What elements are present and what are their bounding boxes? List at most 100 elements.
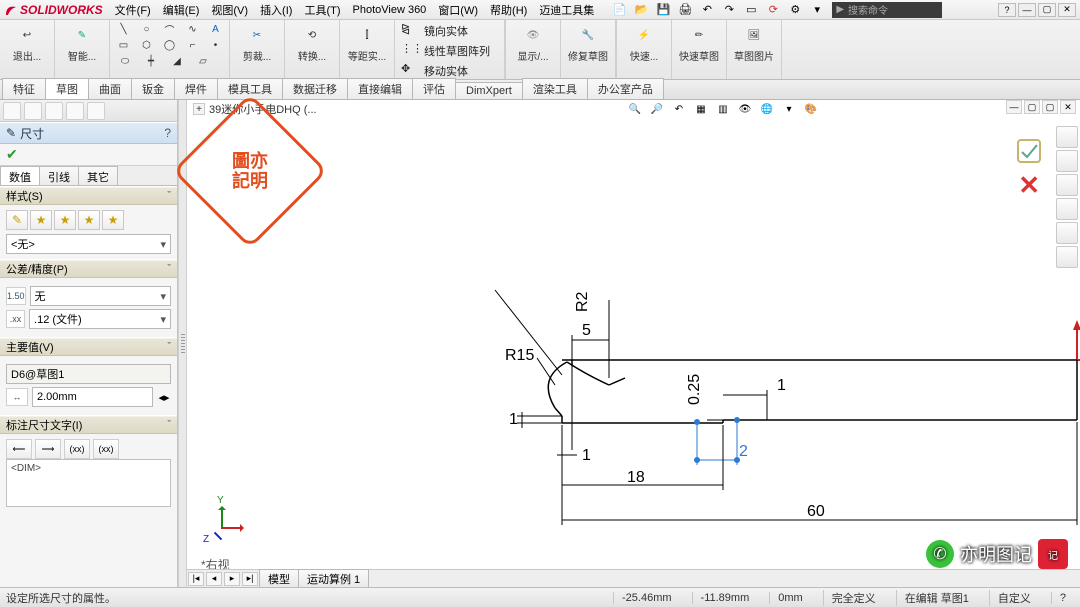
close-icon[interactable]: ✕ (1058, 3, 1076, 17)
tree-expand-icon[interactable]: + (193, 103, 205, 115)
tab-features[interactable]: 特征 (2, 78, 46, 99)
tab-office[interactable]: 办公室产品 (587, 78, 664, 99)
arc-icon[interactable]: ⌒ (162, 22, 177, 36)
dimtext-left-icon[interactable]: ⟵ (6, 439, 32, 459)
menu-edit[interactable]: 编辑(E) (157, 2, 206, 18)
tab-directedit[interactable]: 直接编辑 (347, 78, 413, 99)
view-orient-icon[interactable]: ▾ (780, 101, 798, 117)
command-search[interactable]: ▶搜索命令 (832, 2, 942, 18)
fav-1-icon[interactable]: ★ (30, 210, 52, 230)
tab-model[interactable]: 模型 (259, 569, 299, 589)
fillet-icon[interactable]: ⌐ (185, 38, 200, 52)
rapid-sketch-button[interactable]: ✏快速草图 (678, 22, 720, 63)
subtab-value[interactable]: 数值 (0, 166, 40, 185)
fm-tab-prop-icon[interactable] (24, 102, 42, 120)
qat-print-icon[interactable]: 🖨 (676, 2, 694, 18)
section-tol-header[interactable]: 公差/精度(P)ˇ (0, 260, 177, 278)
fm-tab-config-icon[interactable] (45, 102, 63, 120)
tab-weldment[interactable]: 焊件 (174, 78, 218, 99)
tab-dimxpert[interactable]: DimXpert (455, 82, 523, 99)
centerline-icon[interactable]: ┿ (142, 54, 160, 68)
qat-rebuild-icon[interactable]: ⟳ (764, 2, 782, 18)
ellipse-icon[interactable]: ◯ (162, 38, 177, 52)
fav-apply-icon[interactable]: ✎ (6, 210, 28, 230)
fm-tab-render-icon[interactable] (87, 102, 105, 120)
appearance-icon[interactable]: 🎨 (802, 101, 820, 117)
quick-button[interactable]: ⚡快速... (623, 22, 665, 63)
qat-undo-icon[interactable]: ↶ (698, 2, 716, 18)
dimtext-area[interactable]: <DIM> (6, 459, 171, 507)
spinner-icon[interactable]: ◂▸ (157, 391, 171, 404)
tab-nav-prev-icon[interactable]: ◂ (206, 572, 222, 586)
spline-icon[interactable]: ∿ (185, 22, 200, 36)
display-button[interactable]: 👁显示/... (512, 22, 554, 63)
menu-insert[interactable]: 插入(I) (254, 2, 298, 18)
mirror-button[interactable]: ⧎镜向实体 (401, 22, 498, 40)
precision-combo[interactable]: .12 (文件) (29, 309, 171, 329)
tab-nav-first-icon[interactable]: |◂ (188, 572, 204, 586)
style-combo[interactable]: <无> (6, 234, 171, 254)
text-icon[interactable]: A (208, 22, 223, 36)
menu-photoview[interactable]: PhotoView 360 (347, 4, 433, 16)
smart-dimension-button[interactable]: ✎智能... (61, 22, 103, 63)
section-view-icon[interactable]: ▦ (692, 101, 710, 117)
menu-view[interactable]: 视图(V) (205, 2, 254, 18)
fm-tab-tree-icon[interactable] (3, 102, 21, 120)
graphics-area[interactable]: + 39迷你小手电DHQ (... 🔍 🔎 ↶ ▦ ▥ 👁 🌐 ▾ 🎨 — ▢ … (187, 100, 1080, 587)
dimtext-paren1-icon[interactable]: (xx) (64, 439, 90, 459)
menu-file[interactable]: 文件(F) (109, 2, 157, 18)
offset-button[interactable]: ⫿等距实... (346, 22, 388, 63)
repair-button[interactable]: 🔧修复草图 (567, 22, 609, 63)
slot-icon[interactable]: ⬭ (116, 54, 134, 68)
primary-value-field[interactable]: 2.00mm (32, 387, 153, 407)
fav-4-icon[interactable]: ★ (102, 210, 124, 230)
hide-show-icon[interactable]: 👁 (736, 101, 754, 117)
tab-motion[interactable]: 运动算例 1 (298, 569, 369, 589)
prev-view-icon[interactable]: ↶ (670, 101, 688, 117)
menu-window[interactable]: 窗口(W) (432, 2, 484, 18)
subtab-leader[interactable]: 引线 (39, 166, 79, 185)
maximize-icon[interactable]: ▢ (1038, 3, 1056, 17)
rect-icon[interactable]: ▭ (116, 38, 131, 52)
plane-icon[interactable]: ▱ (194, 54, 212, 68)
tab-surface[interactable]: 曲面 (88, 78, 132, 99)
minimize-icon[interactable]: — (1018, 3, 1036, 17)
menu-maidi[interactable]: 迈迪工具集 (533, 2, 600, 18)
section-prim-header[interactable]: 主要值(V)ˇ (0, 338, 177, 356)
taskpane-home-icon[interactable] (1056, 126, 1078, 148)
qat-open-icon[interactable]: 📂 (632, 2, 650, 18)
point-icon[interactable]: • (208, 38, 223, 52)
section-style-header[interactable]: 样式(S)ˇ (0, 187, 177, 205)
subtab-other[interactable]: 其它 (78, 166, 118, 185)
tab-migration[interactable]: 数据迁移 (282, 78, 348, 99)
ok-button[interactable]: ✔ (6, 146, 18, 163)
status-help-icon[interactable]: ? (1051, 592, 1074, 604)
dimtext-paren2-icon[interactable]: (xx) (93, 439, 119, 459)
help-icon[interactable]: ? (998, 3, 1016, 17)
fm-tab-dim-icon[interactable] (66, 102, 84, 120)
trim-button[interactable]: ✂剪裁... (236, 22, 278, 63)
tab-nav-last-icon[interactable]: ▸| (242, 572, 258, 586)
exit-sketch-button[interactable]: ↩退出... (6, 22, 48, 63)
tab-sketch[interactable]: 草图 (45, 78, 89, 99)
primary-name-field[interactable]: D6@草图1 (6, 364, 171, 384)
menu-tools[interactable]: 工具(T) (298, 2, 346, 18)
menu-help[interactable]: 帮助(H) (484, 2, 533, 18)
section-dimtext-header[interactable]: 标注尺寸文字(I)ˇ (0, 416, 177, 434)
taskpane-lib-icon[interactable] (1056, 150, 1078, 172)
mdi-max-icon[interactable]: ▢ (1042, 100, 1058, 114)
display-style-icon[interactable]: ▥ (714, 101, 732, 117)
mdi-restore-icon[interactable]: ▢ (1024, 100, 1040, 114)
convert-button[interactable]: ⟲转换... (291, 22, 333, 63)
tol-combo[interactable]: 无 (30, 286, 171, 306)
qat-new-icon[interactable]: 📄 (610, 2, 628, 18)
poly-icon[interactable]: ⬡ (139, 38, 154, 52)
tab-nav-next-icon[interactable]: ▸ (224, 572, 240, 586)
tab-sheetmetal[interactable]: 钣金 (131, 78, 175, 99)
qat-redo-icon[interactable]: ↷ (720, 2, 738, 18)
mdi-min-icon[interactable]: — (1006, 100, 1022, 114)
qat-options-icon[interactable]: ⚙ (786, 2, 804, 18)
pattern-button[interactable]: ⋮⋮线性草图阵列 (401, 42, 498, 60)
mdi-close-icon[interactable]: ✕ (1060, 100, 1076, 114)
tab-render[interactable]: 渲染工具 (522, 78, 588, 99)
